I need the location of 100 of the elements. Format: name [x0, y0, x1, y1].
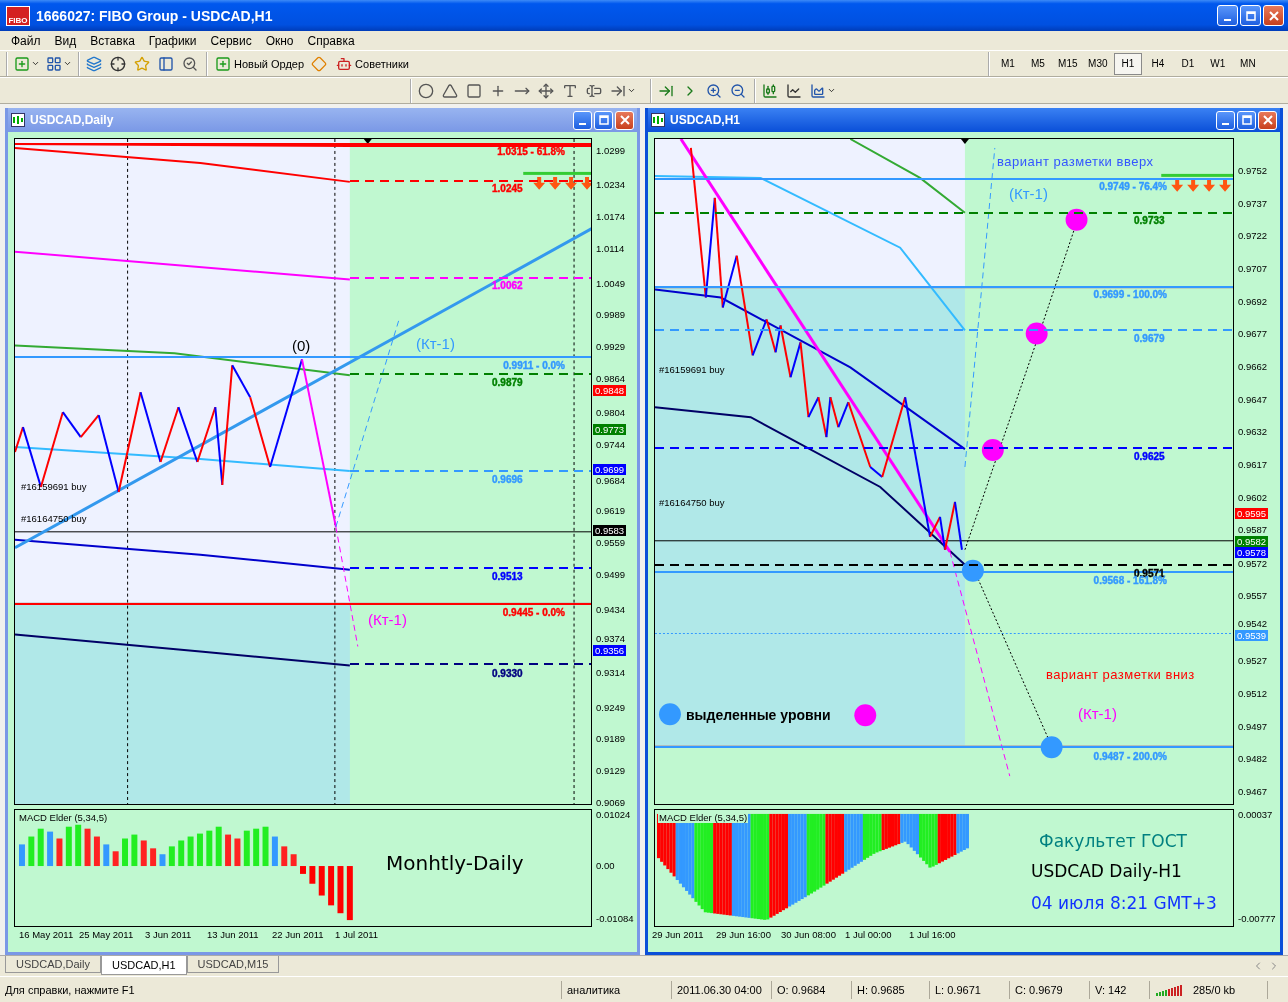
- axis-tick-label: 0.9804: [596, 407, 626, 420]
- axis-tick-label: 0.9692: [1238, 295, 1268, 308]
- macd-bar: [19, 844, 25, 867]
- status-traffic: 285/0 kb: [1188, 980, 1268, 999]
- menu-item[interactable]: Графики: [141, 33, 204, 48]
- minimize-button[interactable]: [1217, 5, 1238, 26]
- macd-bar: [103, 844, 110, 867]
- axis-tick-label: 0.9684: [596, 474, 626, 487]
- menu-item[interactable]: Вид: [47, 33, 84, 48]
- timeframe-button[interactable]: D1: [1173, 52, 1202, 75]
- time-axis-label: 22 Jun 2011: [272, 929, 324, 940]
- axis-tick-label: 0.9619: [596, 505, 626, 518]
- maximize-button[interactable]: [1237, 110, 1256, 130]
- text-label-icon: [586, 82, 602, 99]
- timeframe-button[interactable]: MN: [1233, 52, 1262, 75]
- level-price-label: 1.0315 - 61.8%: [497, 145, 565, 157]
- caret-icon: [627, 86, 636, 95]
- axis-tick-label: 0.9602: [1238, 491, 1268, 504]
- experts-button[interactable]: Советники: [333, 52, 412, 75]
- macd-bar: [140, 840, 147, 867]
- macd-bar: [28, 836, 35, 867]
- menu-item[interactable]: Сервис: [203, 33, 259, 48]
- crosshair-icon: [110, 55, 126, 72]
- caret-icon: [63, 59, 72, 68]
- zoom-out-icon: [730, 82, 746, 99]
- level-price-label: 0.9749 - 76.4%: [1099, 180, 1167, 192]
- timeframe-button[interactable]: W1: [1203, 52, 1232, 75]
- new-order-button[interactable]: Новый Ордер: [212, 52, 308, 75]
- macd-bar: [84, 828, 91, 867]
- macd-bar: [215, 826, 222, 867]
- timeframe-button[interactable]: M15: [1053, 52, 1082, 75]
- level-price-label: 0.9487 - 200.0%: [1093, 751, 1167, 763]
- macd-bar: [75, 824, 82, 867]
- price-tag: 0.9773: [593, 424, 627, 436]
- axis-tick-label: 0.9542: [1238, 617, 1268, 630]
- time-axis-label: 16 May 2011: [19, 929, 74, 940]
- macd-bar: [196, 833, 203, 867]
- axis-tick-label: 0.9557: [1238, 589, 1268, 602]
- chart-tab[interactable]: USDCAD,M15: [186, 956, 280, 973]
- app-logo: FIBO: [6, 5, 30, 26]
- down-arrow-icon: [565, 176, 578, 190]
- axis-tick-label: 0.9737: [1238, 197, 1268, 210]
- macd-bar: [346, 866, 353, 921]
- chart-window-title: USDCAD,Daily: [30, 113, 115, 127]
- macd-bar: [318, 866, 325, 896]
- axis-tick-label: 0.9722: [1238, 230, 1268, 243]
- down-arrow-icon: [1187, 178, 1200, 192]
- level-price-label: 0.9513: [492, 570, 523, 582]
- minimize-button[interactable]: [573, 110, 592, 130]
- timeframe-button[interactable]: H4: [1143, 52, 1172, 75]
- minimize-button[interactable]: [1216, 110, 1235, 130]
- down-arrow-icon: [533, 176, 546, 190]
- price-tag: 0.9578: [1235, 546, 1269, 558]
- close-button[interactable]: [1258, 110, 1277, 130]
- minimize-icon: [579, 122, 586, 125]
- price-tag: 0.9848: [593, 384, 627, 396]
- timeframe-button[interactable]: M30: [1083, 52, 1112, 75]
- macd-bar: [65, 826, 72, 867]
- time-axis-label: 13 Jun 2011: [207, 929, 259, 940]
- macd-bar: [187, 836, 194, 867]
- level-price-label: 0.9679: [1134, 333, 1165, 345]
- axis-tick-label: 0.9744: [596, 439, 626, 452]
- chart-icon: [11, 113, 25, 127]
- signal-bar: [523, 171, 591, 175]
- panel-icon: [158, 55, 174, 72]
- chart-window-title: USDCAD,H1: [670, 113, 741, 127]
- zoom-in-icon: [706, 82, 722, 99]
- level-price-label: 0.9330: [492, 667, 523, 679]
- chart-tab[interactable]: USDCAD,H1: [100, 956, 187, 975]
- chart-tab[interactable]: USDCAD,Daily: [5, 956, 101, 973]
- timeframe-button[interactable]: M1: [993, 52, 1022, 75]
- menu-item[interactable]: Окно: [258, 33, 301, 48]
- axis-tick-label: 0.9752: [1238, 165, 1268, 177]
- ellipse-icon: [418, 82, 434, 99]
- maximize-button[interactable]: [1240, 5, 1261, 26]
- menu-item[interactable]: Вставка: [83, 33, 142, 48]
- chart-icon: [651, 113, 665, 127]
- time-axis-label: 25 May 2011: [79, 929, 134, 940]
- timeframe-button[interactable]: M5: [1023, 52, 1052, 75]
- chart-annotation: выделенные уровни: [686, 708, 831, 724]
- macd-bar: [47, 831, 54, 867]
- axis-tick-label: 0.9314: [596, 667, 626, 680]
- chart-caption: USDCAD Daily-H1: [1031, 861, 1182, 881]
- menu-item[interactable]: Справка: [300, 33, 362, 48]
- close-button[interactable]: [1263, 5, 1284, 26]
- macd-bar: [206, 830, 213, 867]
- macd-bar: [328, 866, 335, 906]
- macd-bar: [300, 866, 306, 874]
- axis-tick-label: 0.9482: [1238, 753, 1268, 766]
- axis-tick-label: -0.01084: [596, 913, 634, 925]
- close-button[interactable]: [615, 110, 634, 130]
- price-tag: 0.9539: [1235, 629, 1269, 641]
- axis-tick-label: 0.9512: [1238, 687, 1268, 700]
- time-axis-label: 29 Jun 2011: [652, 929, 704, 940]
- timeframe-button[interactable]: H1: [1113, 52, 1142, 75]
- macd-bar: [262, 826, 269, 867]
- time-axis-label: 29 Jun 16:00: [716, 929, 771, 940]
- chart-annotation: вариант разметки вниз: [1046, 668, 1195, 683]
- menu-item[interactable]: Файл: [4, 33, 48, 48]
- maximize-button[interactable]: [594, 110, 613, 130]
